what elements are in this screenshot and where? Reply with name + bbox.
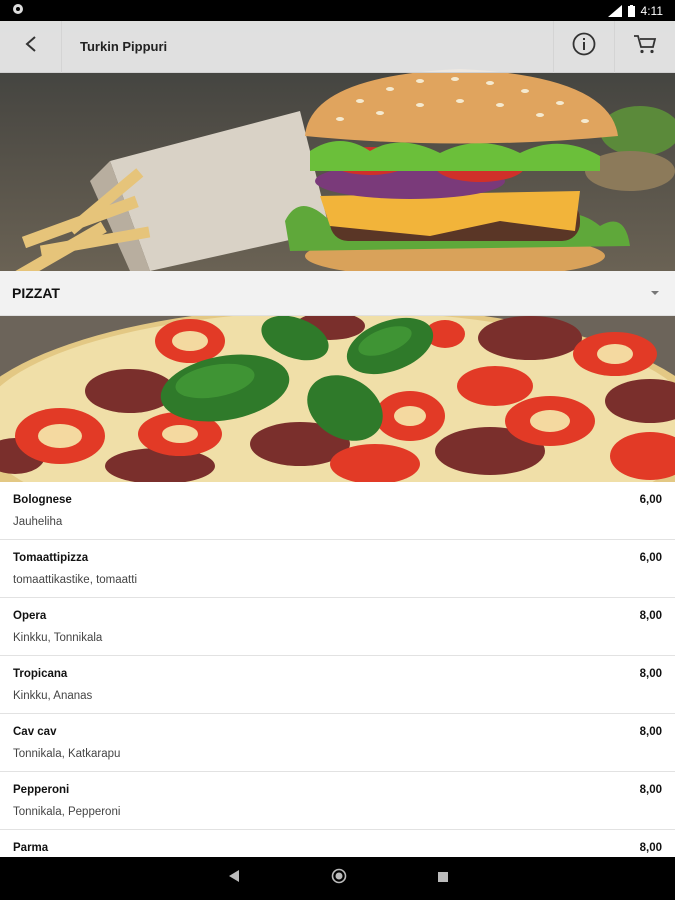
item-description: Kinkku, Ananas <box>13 690 93 702</box>
menu-list: Bolognese Jauheliha 6,00 Tomaattipizza t… <box>0 482 675 857</box>
category-image <box>0 316 675 482</box>
item-name: Bolognese <box>13 494 72 506</box>
chevron-down-icon <box>651 291 659 295</box>
category-selector[interactable]: PIZZAT <box>0 271 675 316</box>
item-name: Tropicana <box>13 668 68 680</box>
nav-back-icon[interactable] <box>227 869 241 888</box>
item-price: 8,00 <box>639 668 662 680</box>
status-time: 4:11 <box>640 3 663 18</box>
item-description: Tonnikala, Pepperoni <box>13 806 121 818</box>
nav-recents-icon[interactable] <box>437 870 449 888</box>
item-price: 6,00 <box>639 552 662 564</box>
item-name: Tomaattipizza <box>13 552 89 564</box>
back-button[interactable] <box>0 20 62 73</box>
item-name: Parma <box>13 842 49 854</box>
info-icon <box>572 32 596 61</box>
item-name: Opera <box>13 610 47 622</box>
app-bar: Turkin Pippuri <box>0 20 675 73</box>
menu-item-tropicana[interactable]: Tropicana Kinkku, Ananas 8,00 <box>0 656 675 714</box>
notification-icon <box>12 3 24 18</box>
menu-item-opera[interactable]: Opera Kinkku, Tonnikala 8,00 <box>0 598 675 656</box>
item-description: Kinkku, Tonnikala <box>13 632 103 644</box>
menu-item-tomaattipizza[interactable]: Tomaattipizza tomaattikastike, tomaatti … <box>0 540 675 598</box>
item-description: Jauheliha <box>13 516 63 528</box>
menu-item-parma[interactable]: Parma 8,00 <box>0 830 675 857</box>
item-name: Cav cav <box>13 726 57 738</box>
info-button[interactable] <box>553 20 614 73</box>
item-name: Pepperoni <box>13 784 70 796</box>
nav-home-icon[interactable] <box>331 868 347 889</box>
category-title: PIZZAT <box>12 285 60 301</box>
battery-icon <box>627 4 635 17</box>
cart-icon <box>633 33 657 60</box>
item-price: 6,00 <box>639 494 662 506</box>
menu-item-cav-cav[interactable]: Cav cav Tonnikala, Katkarapu 8,00 <box>0 714 675 772</box>
item-price: 8,00 <box>639 784 662 796</box>
restaurant-title: Turkin Pippuri <box>80 39 168 54</box>
menu-item-pepperoni[interactable]: Pepperoni Tonnikala, Pepperoni 8,00 <box>0 772 675 830</box>
item-price: 8,00 <box>639 610 662 622</box>
system-nav-bar <box>0 857 675 900</box>
item-description: Tonnikala, Katkarapu <box>13 748 121 760</box>
status-bar: 4:11 <box>0 0 675 21</box>
item-price: 8,00 <box>639 726 662 738</box>
item-price: 8,00 <box>639 842 662 854</box>
arrow-back-icon <box>24 35 38 58</box>
item-description: tomaattikastike, tomaatti <box>13 574 137 586</box>
signal-icon <box>607 4 622 17</box>
menu-item-bolognese[interactable]: Bolognese Jauheliha 6,00 <box>0 482 675 540</box>
cart-button[interactable] <box>614 20 675 73</box>
